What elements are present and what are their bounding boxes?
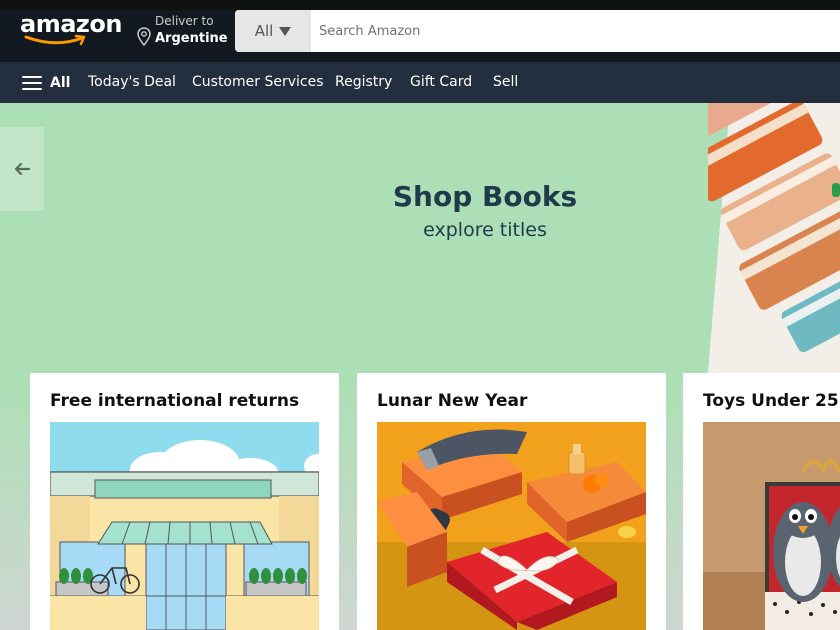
- nav-item-todays-deal[interactable]: Today's Deal: [88, 62, 176, 103]
- nav-item-gift-card[interactable]: Gift Card: [410, 62, 472, 103]
- carousel-prev-button[interactable]: [0, 127, 44, 211]
- caret-down-icon: [279, 26, 292, 36]
- hamburger-menu-icon: [22, 75, 42, 90]
- top-header: amazon Deliver to Argentine All: [0, 0, 840, 62]
- header-top-strip: [0, 0, 840, 10]
- gift-boxes-photo-image: [377, 422, 646, 630]
- card-title: Lunar New Year: [377, 391, 528, 411]
- location-pin-icon: [137, 27, 151, 47]
- books-stack-image: [708, 103, 840, 373]
- arrow-left-icon: [14, 163, 30, 175]
- search-category-dropdown[interactable]: All: [235, 10, 311, 52]
- deliver-location: Argentine: [155, 31, 228, 46]
- card-free-returns[interactable]: Free international returns: [30, 373, 339, 630]
- card-title: Toys Under 25$: [703, 391, 840, 411]
- hero-subtitle: explore titles: [423, 219, 547, 241]
- nav-item-customer-services[interactable]: Customer Services: [192, 62, 324, 103]
- card-lunar-new-year[interactable]: Lunar New Year: [357, 373, 666, 630]
- search-bar: All: [235, 10, 840, 52]
- amazon-logo[interactable]: amazon: [20, 10, 122, 52]
- nav-all-label: All: [50, 74, 71, 91]
- plush-penguin-photo-image: [703, 422, 840, 630]
- nav-all-menu[interactable]: All: [22, 62, 70, 103]
- deliver-label: Deliver to: [155, 14, 214, 28]
- nav-item-sell[interactable]: Sell: [493, 62, 518, 103]
- search-input[interactable]: [319, 10, 819, 52]
- card-toys-under-25[interactable]: Toys Under 25$: [683, 373, 840, 630]
- storefront-illustration-image: [50, 422, 319, 630]
- deliver-to-location[interactable]: Deliver to Argentine: [137, 14, 232, 52]
- nav-bar: All Today's Deal Customer Services Regis…: [0, 62, 840, 103]
- hero-title: Shop Books: [392, 180, 578, 213]
- nav-item-registry[interactable]: Registry: [335, 62, 392, 103]
- smile-arrow-icon: [24, 34, 86, 46]
- card-title: Free international returns: [50, 391, 300, 411]
- search-category-label: All: [254, 22, 274, 40]
- hero-banner[interactable]: Shop Books explore titles Free internati…: [0, 103, 840, 630]
